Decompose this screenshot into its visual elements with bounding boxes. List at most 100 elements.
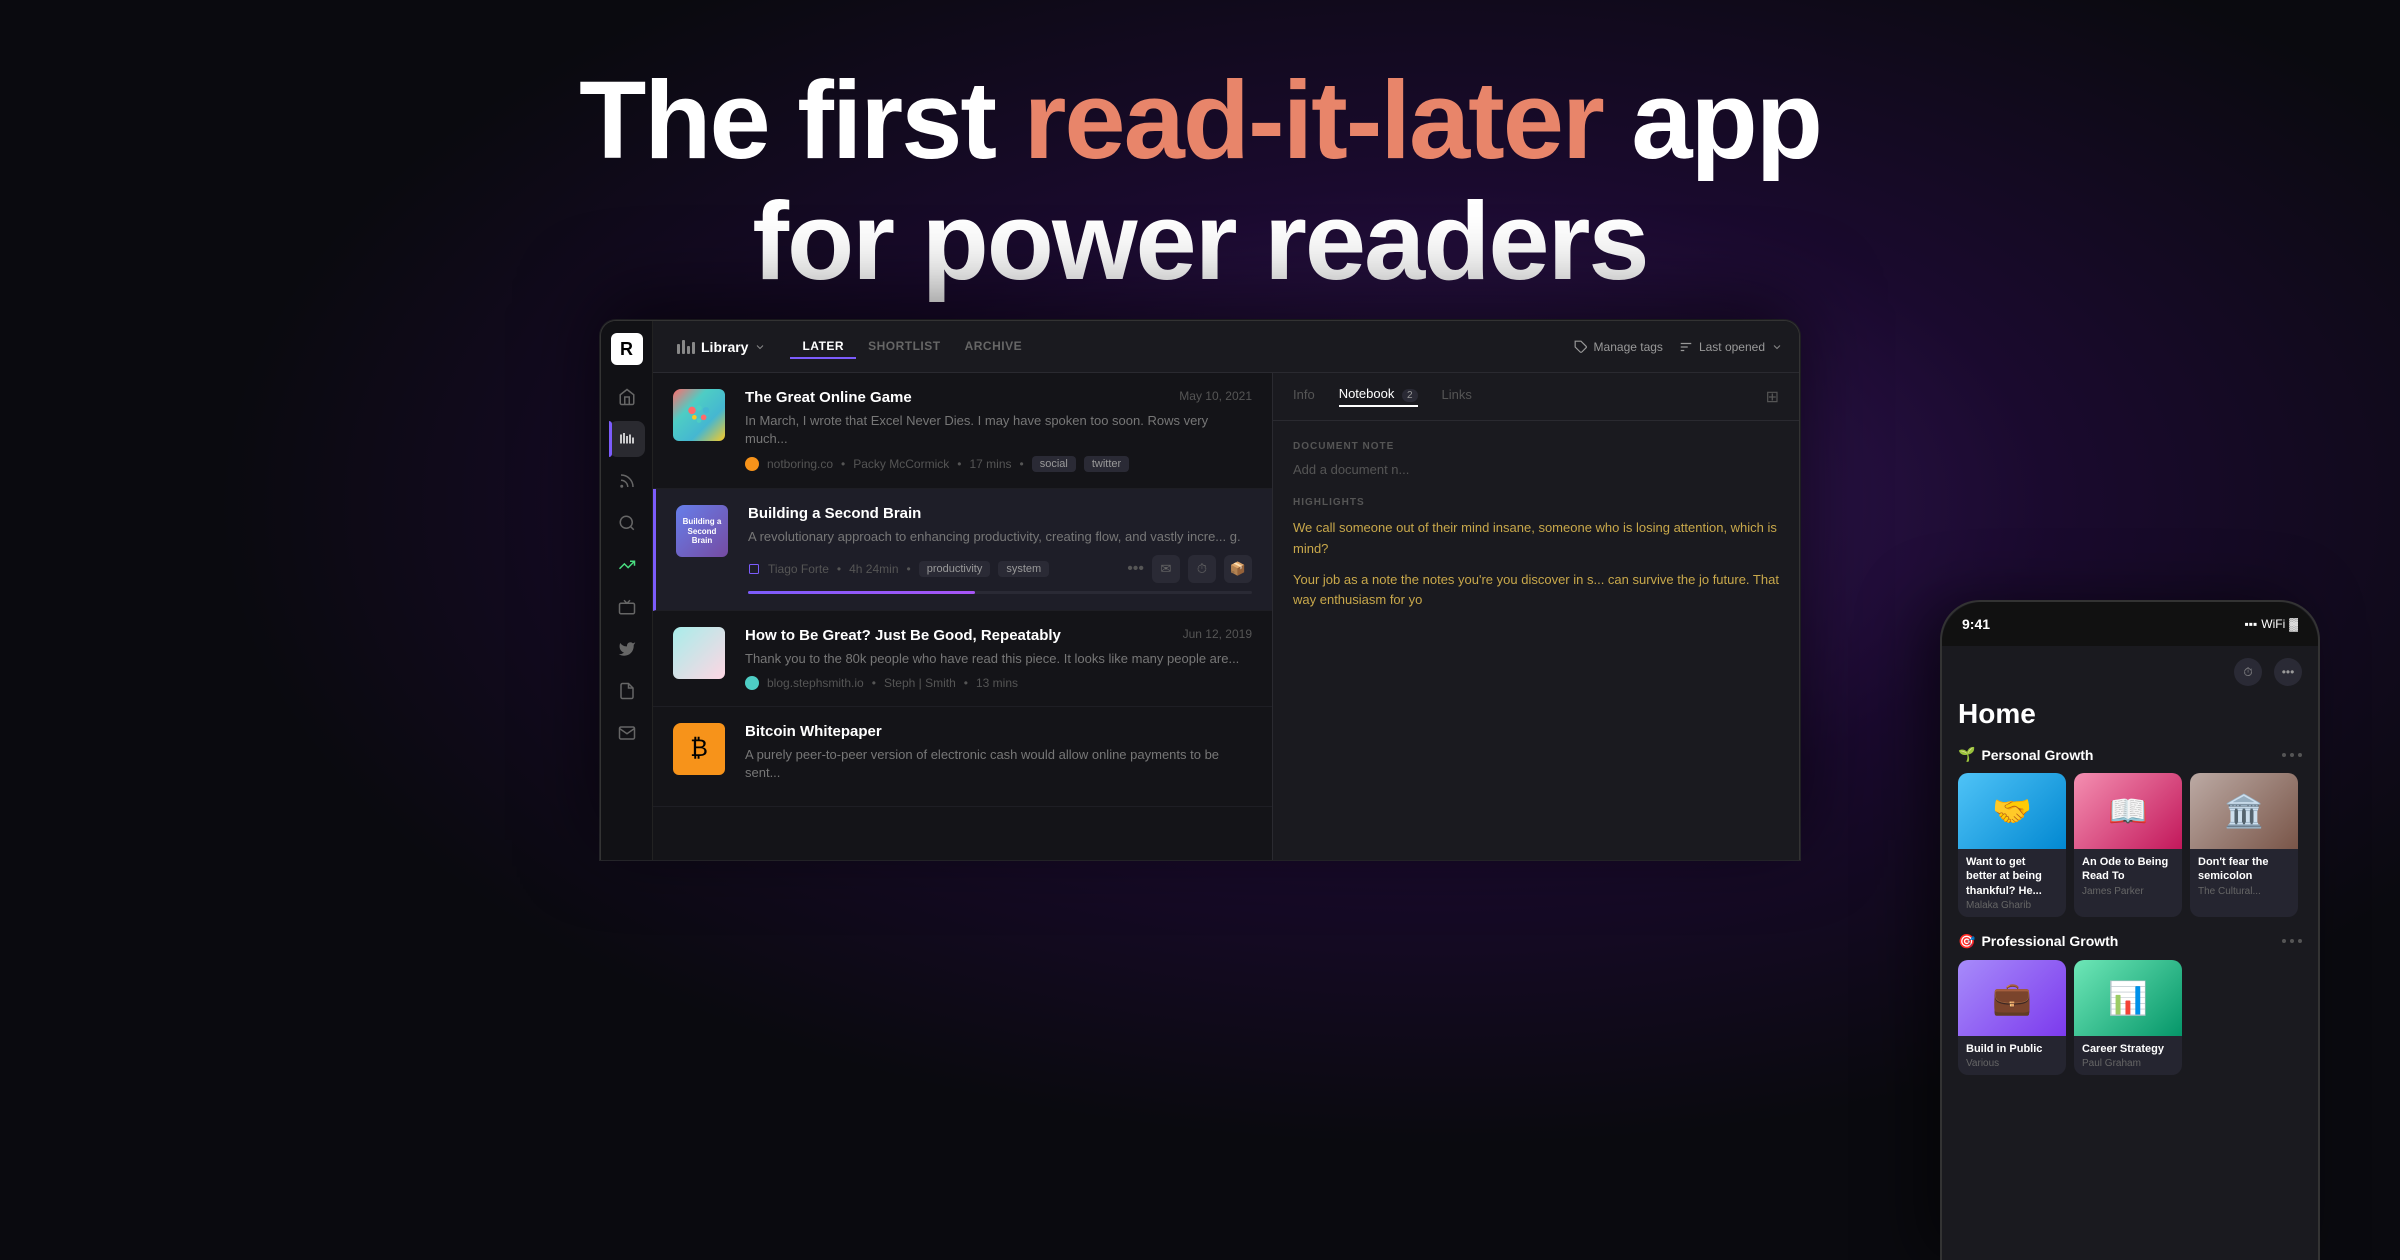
phone-status-icons: ▪▪▪ WiFi ▓ <box>2244 617 2298 631</box>
article-thumbnail: ₿ <box>673 723 733 783</box>
card-info-1: Want to get better at being thankful? He… <box>1958 849 2066 917</box>
clock-action-icon[interactable]: ⏱ <box>1188 555 1216 583</box>
sidebar-item-library[interactable] <box>609 421 645 457</box>
sort-icon <box>1679 340 1693 354</box>
phone-content: ⏱ ••• Home 🌱 Personal Growth <box>1942 646 2318 1260</box>
phone-home-title: Home <box>1958 698 2302 730</box>
doc-note-placeholder: Add a document n... <box>1293 462 1779 477</box>
tab-notebook[interactable]: Notebook 2 <box>1339 386 1418 407</box>
card-author-pro-1: Various <box>1966 1058 2058 1069</box>
article-thumbnail <box>673 389 733 449</box>
article-title: Building a Second Brain <box>748 505 1252 522</box>
signal-icon: ▪▪▪ <box>2244 617 2257 631</box>
article-item[interactable]: ₿ Bitcoin Whitepaper A purely peer-to-pe… <box>653 707 1272 807</box>
article-excerpt: A revolutionary approach to enhancing pr… <box>748 528 1252 546</box>
article-item[interactable]: Building a Second Brain Building a Secon… <box>653 489 1272 610</box>
sidebar-item-feed[interactable] <box>609 463 645 499</box>
phone-card-pro-2[interactable]: 📊 Career Strategy Paul Graham <box>2074 960 2182 1075</box>
sidebar: R <box>601 321 653 860</box>
card-thumb-2: 📖 <box>2074 773 2182 849</box>
tag-system[interactable]: system <box>998 561 1049 577</box>
sidebar-item-doc[interactable] <box>609 673 645 709</box>
card-info-pro-2: Career Strategy Paul Graham <box>2074 1036 2182 1075</box>
main-content: Library LATER SHORTLIST ARCHIVE Manage t… <box>653 321 1799 860</box>
archive-action-icon[interactable]: 📦 <box>1224 555 1252 583</box>
tab-later[interactable]: LATER <box>790 335 856 359</box>
phone-cards-professional: 💼 Build in Public Various 📊 Career Strat… <box>1958 960 2302 1075</box>
phone-card-pro-1[interactable]: 💼 Build in Public Various <box>1958 960 2066 1075</box>
phone-time: 9:41 <box>1962 616 1990 632</box>
tab-info[interactable]: Info <box>1293 387 1315 406</box>
phone-section-professional-growth: 🎯 Professional Growth 💼 Build in Public <box>1958 933 2302 1075</box>
card-thumb-3: 🏛️ <box>2190 773 2298 849</box>
card-thumb-pro-1: 💼 <box>1958 960 2066 1036</box>
phone-section-more[interactable] <box>2282 753 2302 757</box>
card-thumb-pro-2: 📊 <box>2074 960 2182 1036</box>
tag-twitter[interactable]: twitter <box>1084 456 1129 472</box>
tab-archive[interactable]: ARCHIVE <box>953 335 1035 359</box>
source-dot <box>745 457 759 471</box>
sidebar-item-home[interactable] <box>609 379 645 415</box>
hero-section: The first read-it-later app for power re… <box>0 60 2400 302</box>
highlights-label: HIGHLIGHTS <box>1293 497 1779 508</box>
tag-social[interactable]: social <box>1032 456 1076 472</box>
thumb-great-game <box>673 389 725 441</box>
card-author-pro-2: Paul Graham <box>2082 1058 2174 1069</box>
article-excerpt: In March, I wrote that Excel Never Dies.… <box>745 412 1252 448</box>
tab-links[interactable]: Links <box>1442 387 1472 406</box>
mobile-app: 9:41 ▪▪▪ WiFi ▓ ⏱ ••• Home 🌱 Personal Gr… <box>1940 600 2320 1260</box>
library-icon <box>677 340 695 354</box>
wifi-icon: WiFi <box>2261 617 2285 631</box>
sidebar-item-mail[interactable] <box>609 715 645 751</box>
source-dot <box>745 676 759 690</box>
phone-toolbar: ⏱ ••• <box>1958 658 2302 686</box>
phone-section-more-2[interactable] <box>2282 939 2302 943</box>
phone-section-personal-growth: 🌱 Personal Growth 🤝 Want to get better <box>1958 746 2302 917</box>
phone-card[interactable]: 🏛️ Don't fear the semicolon The Cultural… <box>2190 773 2298 917</box>
detail-content: DOCUMENT NOTE Add a document n... HIGHLI… <box>1273 421 1799 860</box>
sidebar-item-box[interactable] <box>609 589 645 625</box>
doc-note-label: DOCUMENT NOTE <box>1293 441 1779 452</box>
article-title: The Great Online Game <box>745 389 1167 406</box>
phone-cards: 🤝 Want to get better at being thankful? … <box>1958 773 2302 917</box>
detail-panel: Info Notebook 2 Links ⊞ DOCUMENT NOTE Ad… <box>1273 373 1799 860</box>
professional-emoji: 🎯 <box>1958 933 1975 950</box>
article-list: The Great Online Game May 10, 2021 In Ma… <box>653 373 1273 860</box>
card-thumb-1: 🤝 <box>1958 773 2066 849</box>
article-title: Bitcoin Whitepaper <box>745 723 1252 740</box>
article-date: May 10, 2021 <box>1179 389 1252 403</box>
tab-shortlist[interactable]: SHORTLIST <box>856 335 953 359</box>
card-title-pro-2: Career Strategy <box>2082 1042 2174 1056</box>
sidebar-item-search[interactable] <box>609 505 645 541</box>
card-title-3: Don't fear the semicolon <box>2198 855 2290 884</box>
app-logo[interactable]: R <box>611 333 643 365</box>
sidebar-item-twitter[interactable] <box>609 631 645 667</box>
share-action-icon[interactable]: ✉ <box>1152 555 1180 583</box>
phone-card[interactable]: 📖 An Ode to Being Read To James Parker <box>2074 773 2182 917</box>
article-date: Jun 12, 2019 <box>1183 627 1252 641</box>
phone-card[interactable]: 🤝 Want to get better at being thankful? … <box>1958 773 2066 917</box>
sort-button[interactable]: Last opened <box>1679 340 1783 354</box>
phone-more-icon[interactable]: ••• <box>2274 658 2302 686</box>
highlight-text-1: We call someone out of their mind insane… <box>1293 518 1779 560</box>
article-meta: notboring.co • Packy McCormick • 17 mins… <box>745 456 1252 472</box>
phone-section-title-2: 🎯 Professional Growth <box>1958 933 2118 950</box>
grid-view-icon[interactable]: ⊞ <box>1766 387 1779 407</box>
article-excerpt: A purely peer-to-peer version of electro… <box>745 746 1252 782</box>
card-author-3: The Cultural... <box>2198 886 2290 897</box>
hero-line2: for power readers <box>0 181 2400 302</box>
tag-productivity[interactable]: productivity <box>919 561 991 577</box>
article-meta: Tiago Forte • 4h 24min • productivity sy… <box>748 555 1252 583</box>
manage-tags-button[interactable]: Manage tags <box>1574 340 1663 354</box>
phone-clock-icon[interactable]: ⏱ <box>2234 658 2262 686</box>
article-item[interactable]: How to Be Great? Just Be Good, Repeatabl… <box>653 611 1272 707</box>
sidebar-item-grow[interactable] <box>609 547 645 583</box>
card-title-pro-1: Build in Public <box>1966 1042 2058 1056</box>
article-meta: blog.stephsmith.io • Steph | Smith • 13 … <box>745 676 1252 690</box>
article-thumbnail: Building a Second Brain <box>676 505 736 565</box>
reading-progress-bar <box>748 591 1252 594</box>
library-button[interactable]: Library <box>669 335 774 359</box>
article-item[interactable]: The Great Online Game May 10, 2021 In Ma… <box>653 373 1272 489</box>
battery-icon: ▓ <box>2289 617 2298 631</box>
notebook-count-badge: 2 <box>1402 389 1418 402</box>
